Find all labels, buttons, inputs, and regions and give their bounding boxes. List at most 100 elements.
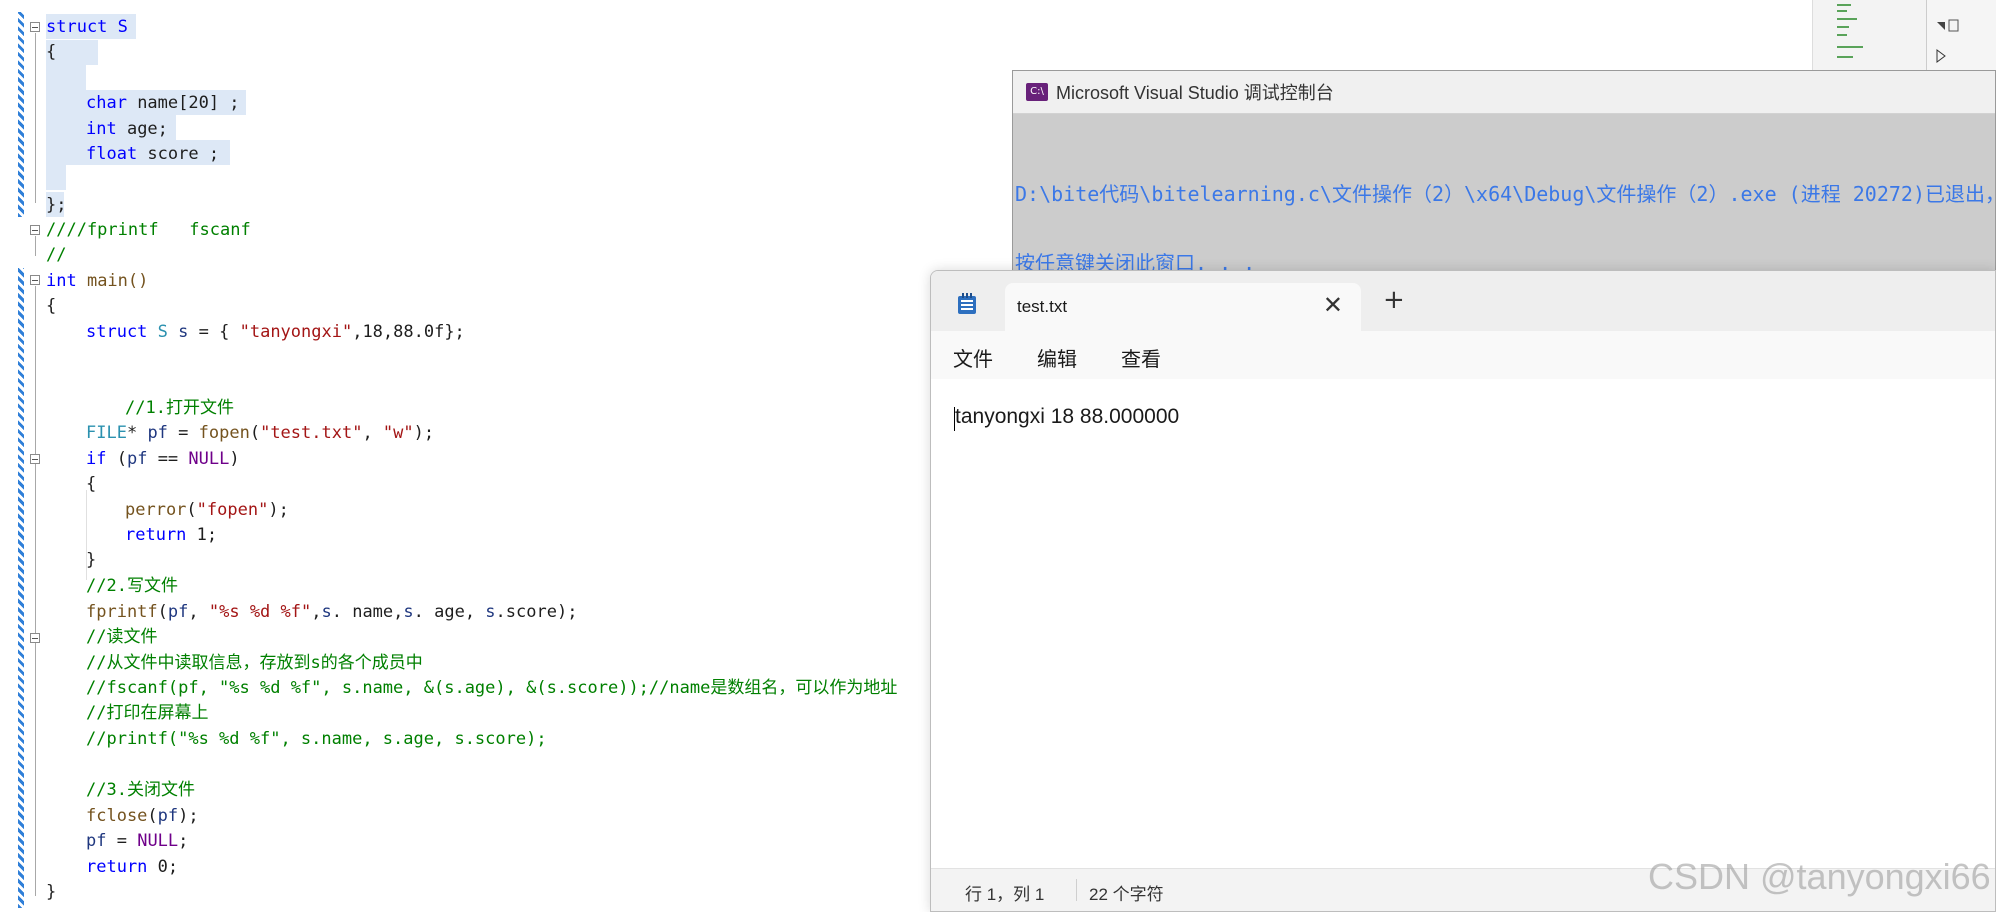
code-token: FILE: [86, 423, 127, 443]
code-token: }: [86, 550, 97, 570]
code-line[interactable]: //3.关闭文件: [86, 778, 195, 803]
code-token: 0;: [147, 857, 179, 877]
code-line[interactable]: //从文件中读取信息，存放到s的各个成员中: [86, 651, 423, 676]
code-line[interactable]: }: [46, 880, 56, 905]
code-token: (: [249, 423, 261, 443]
close-icon[interactable]: ✕: [1323, 291, 1343, 319]
code-line[interactable]: return 1;: [125, 523, 217, 548]
code-token: main(): [76, 271, 149, 291]
tab-test-txt[interactable]: test.txt ✕: [1005, 283, 1361, 331]
fold-toggle-icon[interactable]: [30, 633, 40, 643]
minimap-line: [1837, 10, 1847, 12]
code-token: age;: [116, 119, 168, 139]
fold-toggle-icon[interactable]: [30, 225, 40, 235]
tree-expander-icon[interactable]: [1927, 0, 1996, 70]
code-token: ==: [147, 449, 189, 469]
console-titlebar[interactable]: C:\ Microsoft Visual Studio 调试控制台: [1013, 71, 1995, 114]
code-line[interactable]: //打印在屏幕上: [86, 701, 208, 726]
code-line[interactable]: //: [46, 243, 66, 268]
new-tab-icon[interactable]: +: [1383, 285, 1405, 315]
minimap[interactable]: [1812, 0, 1927, 70]
code-token: //3.关闭文件: [86, 780, 195, 800]
code-line[interactable]: {: [46, 40, 56, 65]
code-line[interactable]: return 0;: [86, 855, 178, 880]
code-line[interactable]: ////fprintf fscanf: [46, 218, 251, 243]
code-line[interactable]: perror("fopen");: [125, 498, 289, 523]
notepad-window[interactable]: test.txt ✕ + 文件 编辑 查看 tanyongxi 18 88.00…: [930, 270, 1996, 912]
minimap-line: [1837, 56, 1853, 58]
code-token: return: [86, 857, 148, 877]
fold-guide: [35, 236, 36, 256]
code-line[interactable]: //读文件: [86, 625, 157, 650]
notepad-text-content: tanyongxi 18 88.000000: [955, 405, 1180, 428]
code-line[interactable]: //fscanf(pf, "%s %d %f", s.name, &(s.age…: [86, 676, 897, 701]
code-line[interactable]: };: [46, 193, 66, 218]
code-token: //: [46, 245, 67, 265]
change-indicator-bar: [18, 12, 24, 217]
code-token: name[20] ;: [126, 93, 240, 113]
code-line[interactable]: FILE* pf = fopen("test.txt", "w");: [86, 421, 434, 446]
code-token: if: [86, 449, 107, 469]
code-token: S: [157, 322, 168, 342]
code-line[interactable]: //printf("%s %d %f", s.name, s.age, s.sc…: [86, 727, 547, 752]
fold-toggle-icon[interactable]: [30, 454, 40, 464]
code-token: = {: [188, 322, 240, 342]
console-output-line: D:\bite代码\bitelearning.c\文件操作（2）\x64\Deb…: [1015, 182, 1995, 206]
fold-toggle-icon[interactable]: [30, 275, 40, 285]
code-token: int: [46, 271, 77, 291]
solution-explorer-fragment[interactable]: [1926, 0, 1996, 70]
code-line[interactable]: pf = NULL;: [86, 829, 188, 854]
code-token: //fscanf(pf, "%s %d %f", s.name, &(s.age…: [86, 678, 898, 698]
code-token: score ;: [137, 144, 220, 164]
notepad-app-icon: [958, 293, 976, 314]
code-token: "%s %d %f": [208, 602, 312, 622]
fold-toggle-icon[interactable]: [30, 22, 40, 32]
code-token: NULL: [137, 831, 179, 851]
code-token: ,: [188, 602, 209, 622]
code-line[interactable]: char name[20] ;: [86, 91, 240, 116]
code-token: pf: [157, 806, 179, 826]
code-token: (: [147, 806, 158, 826]
code-token: fprintf: [86, 602, 158, 622]
code-line[interactable]: //1.打开文件: [125, 396, 234, 421]
code-token: s: [321, 602, 332, 622]
notepad-text-area[interactable]: tanyongxi 18 88.000000: [931, 379, 1995, 869]
code-line[interactable]: {: [86, 472, 96, 497]
code-token: //printf("%s %d %f", s.name, s.age, s.sc…: [86, 729, 547, 749]
menu-file[interactable]: 文件: [953, 343, 993, 372]
notepad-tabstrip: test.txt ✕ +: [931, 271, 1995, 331]
code-token: pf: [147, 423, 168, 443]
code-line[interactable]: }: [86, 548, 96, 573]
code-token: ): [229, 449, 240, 469]
tab-title: test.txt: [1017, 297, 1068, 316]
code-token: fclose: [86, 806, 148, 826]
code-line[interactable]: struct S: [46, 15, 128, 40]
code-line[interactable]: //2.写文件: [86, 574, 178, 599]
code-line[interactable]: fclose(pf);: [86, 804, 199, 829]
code-token: }: [46, 882, 57, 902]
code-line[interactable]: if (pf == NULL): [86, 447, 240, 472]
code-token: pf: [167, 602, 189, 622]
code-token: //1.打开文件: [125, 398, 234, 418]
console-app-icon: C:\: [1026, 83, 1048, 101]
code-token: ;: [178, 831, 189, 851]
code-line[interactable]: fprintf(pf, "%s %d %f",s. name,s. age, s…: [86, 600, 577, 625]
code-token: ,18,88.0f};: [352, 322, 465, 342]
code-token: s: [178, 322, 189, 342]
code-token: fopen: [198, 423, 250, 443]
code-token: (: [186, 500, 197, 520]
code-token: (: [106, 449, 127, 469]
code-token: s: [403, 602, 414, 622]
code-editor[interactable]: struct S { char name[20] ; int age; floa…: [0, 0, 1000, 912]
code-line[interactable]: int main(): [46, 269, 148, 294]
code-line[interactable]: float score ;: [86, 142, 219, 167]
code-line[interactable]: int age;: [86, 117, 168, 142]
menu-edit[interactable]: 编辑: [1037, 343, 1077, 372]
cursor-position: 行 1，列 1: [965, 885, 1045, 904]
code-line[interactable]: {: [46, 294, 56, 319]
minimap-line: [1837, 46, 1863, 48]
code-line[interactable]: struct S s = { "tanyongxi",18,88.0f};: [86, 320, 465, 345]
menu-view[interactable]: 查看: [1121, 343, 1161, 372]
code-token: char: [86, 93, 127, 113]
selection-highlight: [46, 165, 66, 190]
